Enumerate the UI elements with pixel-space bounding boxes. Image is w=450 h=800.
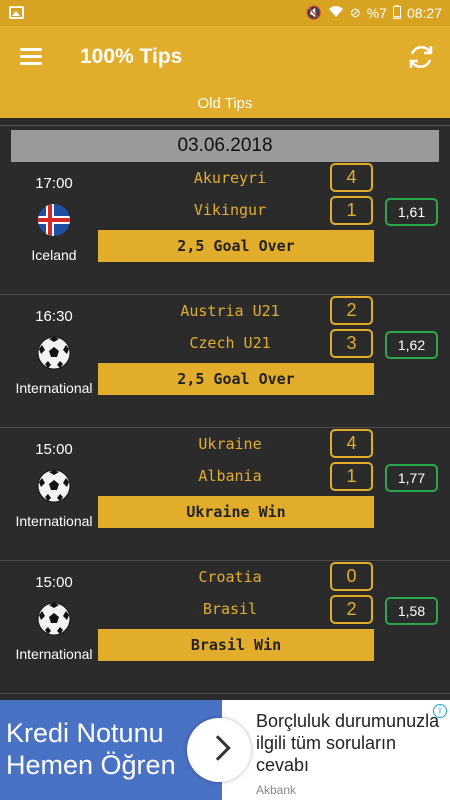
match-time: 15:00 (35, 441, 73, 458)
gallery-notification-icon (9, 6, 24, 19)
battery-level: %7 (366, 5, 387, 21)
wifi-icon (328, 4, 344, 22)
soccer-ball-icon (37, 336, 71, 370)
home-team: Akureyri (193, 169, 267, 187)
away-score: 1 (330, 462, 373, 491)
odd-badge: 1,58 (385, 597, 438, 625)
odd-badge: 1,62 (385, 331, 438, 359)
away-team: Albania (198, 467, 262, 485)
battery-icon (392, 4, 401, 22)
odd-badge: 1,77 (385, 464, 438, 492)
home-team: Croatia (198, 568, 262, 586)
home-score: 2 (330, 296, 373, 325)
ad-brand: Akbank (256, 783, 297, 797)
away-score: 3 (330, 329, 373, 358)
match-time: 17:00 (35, 175, 73, 192)
soccer-ball-icon (37, 602, 71, 636)
ad-arrow-button[interactable] (187, 718, 251, 782)
no-signal-icon: ⊘ (349, 5, 361, 20)
home-score: 0 (330, 562, 373, 591)
mute-icon: 🔇 (305, 5, 322, 20)
country-label: International (15, 513, 93, 529)
tip-label: 2,5 Goal Over (98, 363, 374, 395)
divider (0, 294, 450, 295)
ad-info-icon[interactable]: i (433, 704, 447, 718)
tip-label: 2,5 Goal Over (98, 230, 374, 262)
match-card[interactable]: 17:00 Iceland Akureyri Vikingur 4 1 1,61… (0, 163, 450, 295)
home-score: 4 (330, 429, 373, 458)
clock: 08:27 (406, 5, 442, 21)
home-team: Austria U21 (180, 302, 280, 320)
old-tips-tab[interactable]: Old Tips (0, 90, 450, 118)
soccer-ball-icon (37, 469, 71, 503)
match-time: 16:30 (35, 308, 73, 325)
ad-body: Borçluluk durumunuzla ilgili tüm sorular… (256, 710, 446, 800)
away-score: 1 (330, 196, 373, 225)
away-team: Czech U21 (189, 334, 271, 352)
divider (0, 560, 450, 561)
ad-headline-line2: Hemen Öğren (6, 750, 176, 780)
country-label: International (15, 380, 93, 396)
home-score: 4 (330, 163, 373, 192)
country-label: International (15, 646, 93, 662)
match-card[interactable]: 15:00 International Croatia Brasil 0 2 1… (0, 562, 450, 694)
tip-label: Brasil Win (98, 629, 374, 661)
odd-badge: 1,61 (385, 198, 438, 226)
chevron-right-icon (205, 735, 231, 761)
away-team: Brasil (202, 600, 258, 618)
divider (0, 693, 450, 694)
country-label: Iceland (31, 247, 77, 263)
app-bar: 100% Tips (0, 26, 450, 90)
iceland-flag-icon (38, 204, 70, 236)
divider (0, 125, 450, 126)
date-header: 03.06.2018 (11, 130, 439, 162)
away-score: 2 (330, 595, 373, 624)
home-team: Ukraine (198, 435, 262, 453)
divider (0, 427, 450, 428)
ad-headline-line1: Kredi Notunu (6, 718, 164, 748)
match-card[interactable]: 16:30 International Austria U21 Czech U2… (0, 296, 450, 428)
hamburger-menu-icon[interactable] (20, 48, 42, 66)
ad-banner[interactable]: Kredi Notunu Hemen Öğren Borçluluk durum… (0, 700, 450, 800)
match-time: 15:00 (35, 574, 73, 591)
ad-body-text: Borçluluk durumunuzla ilgili tüm sorular… (256, 711, 440, 775)
status-bar: 🔇 ⊘ %7 08:27 (0, 0, 450, 26)
away-team: Vikingur (193, 201, 267, 219)
match-card[interactable]: 15:00 International Ukraine Albania 4 1 … (0, 429, 450, 561)
tip-label: Ukraine Win (98, 496, 374, 528)
app-title: 100% Tips (80, 45, 183, 68)
refresh-icon[interactable] (406, 42, 436, 72)
tips-list[interactable]: 03.06.2018 17:00 Iceland Akureyri Viking… (0, 118, 450, 700)
status-icons: 🔇 ⊘ %7 08:27 (306, 4, 442, 22)
